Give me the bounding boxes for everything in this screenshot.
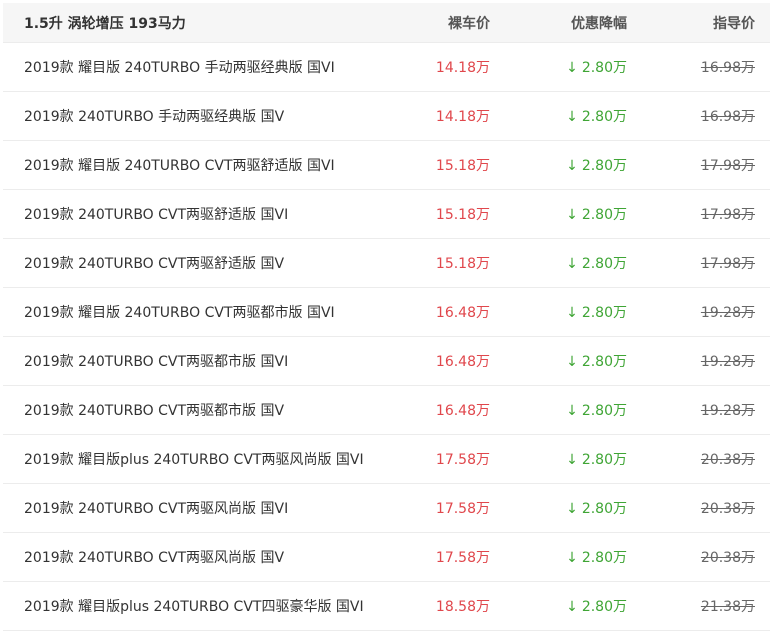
discount-cell: ↓ 2.80万 [490,253,627,273]
trim-name[interactable]: 2019款 耀目版plus 240TURBO CVT两驱风尚版 国VI [3,449,387,469]
trim-name[interactable]: 2019款 240TURBO CVT两驱风尚版 国VI [3,498,387,518]
table-row[interactable]: 2019款 耀目版 240TURBO CVT两驱都市版 国VI 16.48万 ↓ 2.… [3,288,770,337]
table-row[interactable]: 2019款 240TURBO CVT两驱都市版 国V 16.48万 ↓ 2.80万 19… [3,386,770,435]
table-row[interactable]: 2019款 耀目版plus 240TURBO CVT两驱风尚版 国VI 17.58… [3,435,770,484]
arrow-down-icon: ↓ [566,354,578,370]
net-price: 14.18万 [435,60,490,76]
discount-amount: 2.80万 [581,60,627,76]
table-row[interactable]: 2019款 240TURBO CVT两驱风尚版 国VI 17.58万 ↓ 2.80万 2… [3,484,770,533]
discount-cell: ↓ 2.80万 [490,106,627,126]
guide-price: 20.38万 [700,452,755,468]
net-price: 17.58万 [435,501,490,517]
group-title: 1.5升 涡轮增压 193马力 [24,15,186,32]
arrow-down-icon: ↓ [566,501,578,517]
table-header: 1.5升 涡轮增压 193马力 裸车价 优惠降幅 指导价 [3,3,770,43]
guide-price: 17.98万 [700,158,755,174]
net-price: 16.48万 [435,305,490,321]
arrow-down-icon: ↓ [566,452,578,468]
discount-amount: 2.80万 [581,599,627,615]
table-row[interactable]: 2019款 240TURBO CVT两驱都市版 国VI 16.48万 ↓ 2.80万 1… [3,337,770,386]
discount-cell: ↓ 2.80万 [490,302,627,322]
net-price: 14.18万 [435,109,490,125]
net-price: 15.18万 [435,158,490,174]
guide-price: 17.98万 [700,207,755,223]
discount-cell: ↓ 2.80万 [490,400,627,420]
table-row[interactable]: 2019款 耀目版 240TURBO CVT两驱舒适版 国VI 15.18万 ↓ 2.… [3,141,770,190]
column-header-price: 裸车价 [448,15,490,32]
net-price: 15.18万 [435,207,490,223]
arrow-down-icon: ↓ [566,550,578,566]
guide-price: 21.38万 [700,599,755,615]
guide-price: 20.38万 [700,501,755,517]
trim-name[interactable]: 2019款 耀目版 240TURBO CVT两驱都市版 国VI [3,302,387,322]
guide-price: 17.98万 [700,256,755,272]
column-header-discount: 优惠降幅 [571,15,627,32]
table-row[interactable]: 2019款 耀目版plus 240TURBO CVT四驱豪华版 国VI 18.58… [3,582,770,631]
net-price: 16.48万 [435,354,490,370]
discount-cell: ↓ 2.80万 [490,596,627,616]
guide-price: 16.98万 [700,109,755,125]
net-price: 18.58万 [435,599,490,615]
net-price: 15.18万 [435,256,490,272]
trim-name[interactable]: 2019款 240TURBO 手动两驱经典版 国V [3,106,387,126]
discount-amount: 2.80万 [581,403,627,419]
arrow-down-icon: ↓ [566,403,578,419]
discount-amount: 2.80万 [581,256,627,272]
trim-name[interactable]: 2019款 耀目版 240TURBO 手动两驱经典版 国VI [3,57,387,77]
trim-name[interactable]: 2019款 240TURBO CVT两驱舒适版 国V [3,253,387,273]
discount-cell: ↓ 2.80万 [490,547,627,567]
trim-name[interactable]: 2019款 240TURBO CVT两驱舒适版 国VI [3,204,387,224]
trim-name[interactable]: 2019款 耀目版 240TURBO CVT两驱舒适版 国VI [3,155,387,175]
discount-amount: 2.80万 [581,305,627,321]
discount-amount: 2.80万 [581,501,627,517]
arrow-down-icon: ↓ [566,109,578,125]
net-price: 17.58万 [435,550,490,566]
trim-name[interactable]: 2019款 240TURBO CVT两驱都市版 国VI [3,351,387,371]
guide-price: 19.28万 [700,403,755,419]
arrow-down-icon: ↓ [566,599,578,615]
trim-name[interactable]: 2019款 耀目版plus 240TURBO CVT四驱豪华版 国VI [3,596,387,616]
net-price: 16.48万 [435,403,490,419]
arrow-down-icon: ↓ [566,60,578,76]
discount-cell: ↓ 2.80万 [490,449,627,469]
discount-amount: 2.80万 [581,550,627,566]
discount-amount: 2.80万 [581,354,627,370]
column-header-guide-price: 指导价 [713,15,755,32]
net-price: 17.58万 [435,452,490,468]
guide-price: 19.28万 [700,305,755,321]
guide-price: 19.28万 [700,354,755,370]
discount-amount: 2.80万 [581,158,627,174]
table-row[interactable]: 2019款 240TURBO CVT两驱风尚版 国V 17.58万 ↓ 2.80万 20… [3,533,770,582]
table-row[interactable]: 2019款 240TURBO CVT两驱舒适版 国V 15.18万 ↓ 2.80万 17… [3,239,770,288]
discount-amount: 2.80万 [581,109,627,125]
arrow-down-icon: ↓ [566,158,578,174]
discount-cell: ↓ 2.80万 [490,498,627,518]
table-row[interactable]: 2019款 240TURBO 手动两驱经典版 国V 14.18万 ↓ 2.80万 16.… [3,92,770,141]
trim-name[interactable]: 2019款 240TURBO CVT两驱风尚版 国V [3,547,387,567]
arrow-down-icon: ↓ [566,207,578,223]
arrow-down-icon: ↓ [566,256,578,272]
guide-price: 20.38万 [700,550,755,566]
price-table: 1.5升 涡轮增压 193马力 裸车价 优惠降幅 指导价 2019款 耀目版 2… [3,3,770,631]
table-body: 2019款 耀目版 240TURBO 手动两驱经典版 国VI 14.18万 ↓ 2.8… [3,43,770,631]
arrow-down-icon: ↓ [566,305,578,321]
discount-cell: ↓ 2.80万 [490,204,627,224]
guide-price: 16.98万 [700,60,755,76]
discount-amount: 2.80万 [581,452,627,468]
discount-amount: 2.80万 [581,207,627,223]
discount-cell: ↓ 2.80万 [490,57,627,77]
table-row[interactable]: 2019款 240TURBO CVT两驱舒适版 国VI 15.18万 ↓ 2.80万 1… [3,190,770,239]
table-row[interactable]: 2019款 耀目版 240TURBO 手动两驱经典版 国VI 14.18万 ↓ 2.8… [3,43,770,92]
discount-cell: ↓ 2.80万 [490,155,627,175]
trim-name[interactable]: 2019款 240TURBO CVT两驱都市版 国V [3,400,387,420]
discount-cell: ↓ 2.80万 [490,351,627,371]
